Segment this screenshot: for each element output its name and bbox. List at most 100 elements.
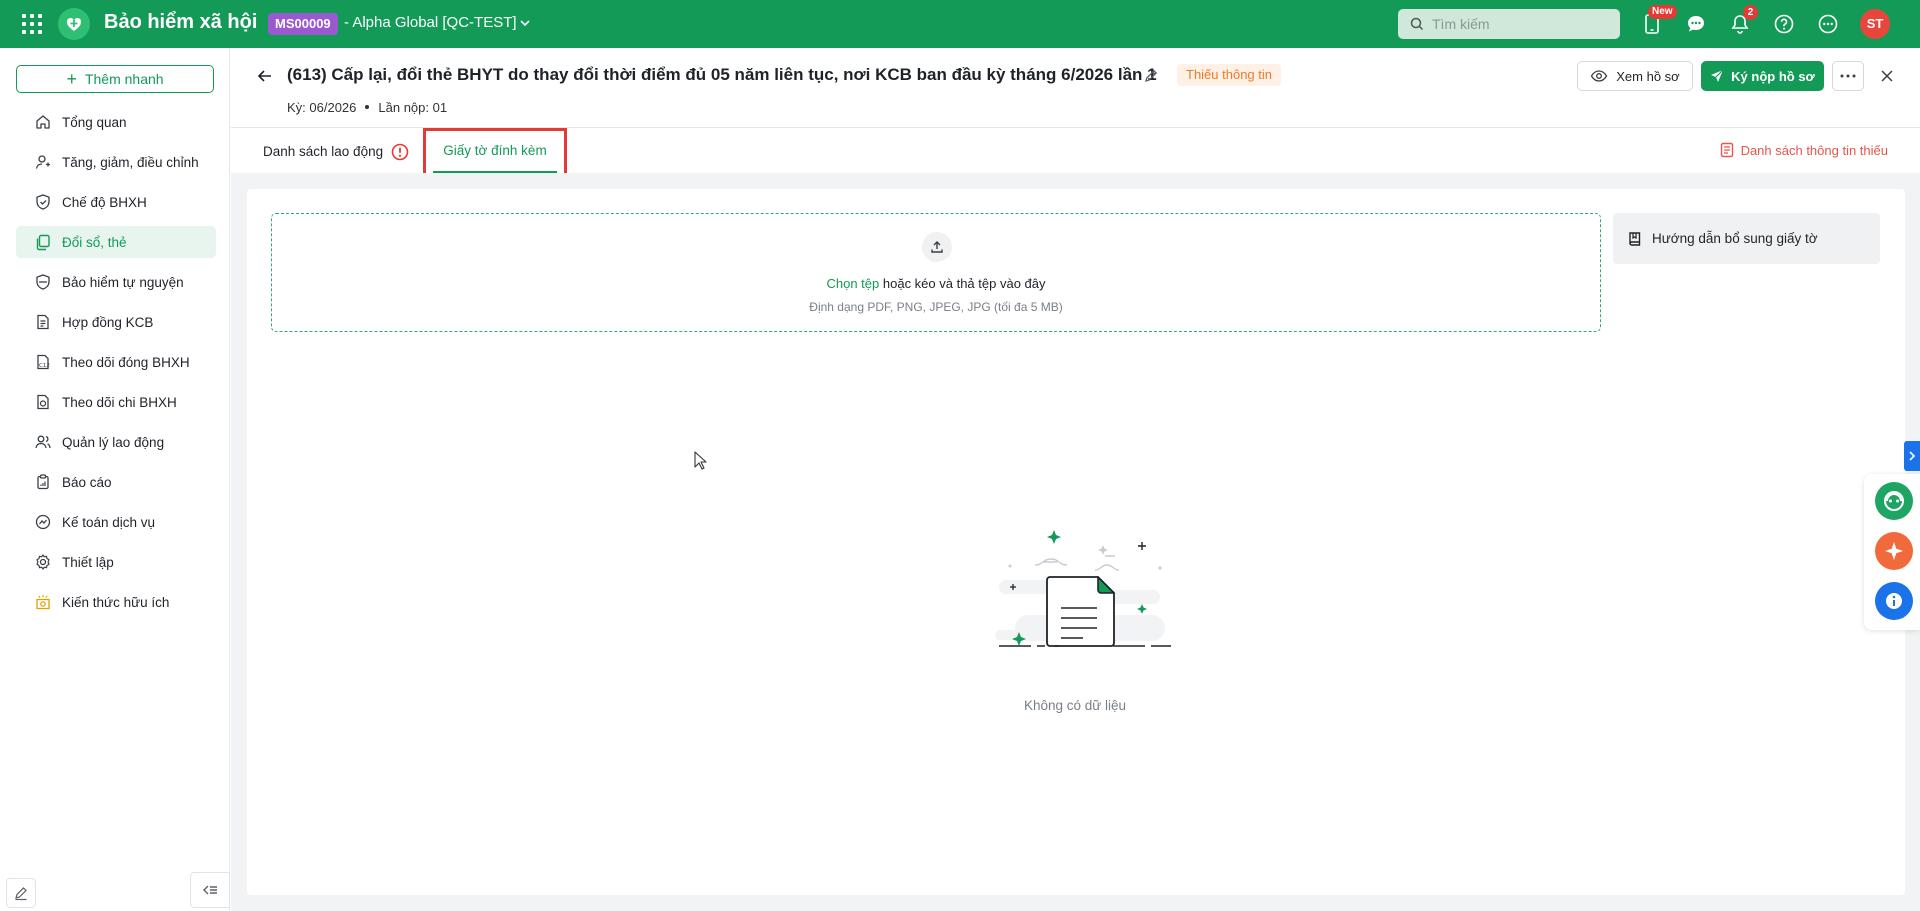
chevron-down-icon[interactable] — [518, 16, 532, 30]
home-icon — [36, 115, 50, 129]
search-input[interactable] — [1432, 16, 1612, 32]
drag-drop-text: hoặc kéo và thả tệp vào đây — [882, 276, 1046, 291]
sidebar-item-adjust[interactable]: Tăng, giảm, điều chỉnh — [16, 146, 216, 178]
empty-document-illustration — [995, 530, 1171, 647]
sidebar-item-knowledge[interactable]: Kiến thức hữu ích — [16, 586, 216, 618]
document-list-icon — [1720, 142, 1733, 158]
pencil-icon[interactable] — [1143, 68, 1159, 84]
choose-file-link[interactable]: Chọn tệp — [826, 276, 879, 291]
users-icon — [35, 435, 51, 449]
sidebar-item-kcb-contract[interactable]: Hợp đồng KCB — [16, 306, 216, 338]
app-grid-icon[interactable] — [22, 14, 42, 34]
period-label: Kỳ: 06/2026 — [287, 100, 357, 115]
empty-state-text: Không có dữ liệu — [1023, 698, 1127, 713]
search-icon — [1410, 17, 1424, 31]
sidebar-item-settings[interactable]: Thiết lập — [16, 546, 216, 578]
eye-icon — [1591, 70, 1608, 82]
sidebar-item-cards[interactable]: Đổi sổ, thẻ — [16, 226, 216, 258]
view-dossier-button[interactable]: Xem hồ sơ — [1577, 61, 1693, 91]
period-info: Kỳ: 06/2026 Lần nộp: 01 — [287, 100, 447, 115]
chevron-right-icon — [1909, 451, 1916, 461]
quick-add-label: Thêm nhanh — [84, 71, 164, 87]
accounting-icon — [35, 514, 51, 530]
more-actions-button[interactable] — [1832, 61, 1864, 91]
sidebar-item-label: Kiến thức hữu ích — [62, 594, 170, 610]
knowledge-icon — [36, 595, 50, 610]
org-name[interactable]: - Alpha Global [QC-TEST] — [344, 14, 517, 31]
sidebar-item-label: Theo dõi chi BHXH — [62, 394, 177, 410]
upload-icon — [922, 232, 952, 262]
info-icon — [1886, 593, 1902, 609]
org-code-badge: MS00009 — [268, 13, 338, 35]
back-button[interactable] — [253, 64, 277, 88]
c12-doc-icon: C12 — [37, 354, 50, 370]
sidebar-item-track-spending[interactable]: Theo dõi chi BHXH — [16, 386, 216, 418]
sidebar-item-label: Quản lý lao động — [62, 434, 165, 450]
book-icon — [1629, 231, 1641, 246]
missing-info-link[interactable]: Danh sách thông tin thiếu — [1720, 142, 1888, 158]
warning-circle-icon — [391, 143, 409, 161]
info-button[interactable] — [1875, 582, 1913, 620]
collapse-sidebar-button[interactable] — [190, 872, 230, 908]
search-box[interactable] — [1398, 9, 1620, 39]
tab-attachments[interactable]: Giấy tờ đính kèm — [433, 129, 557, 173]
sidebar-item-label: Chế độ BHXH — [62, 194, 147, 210]
guide-label: Hướng dẫn bổ sung giấy tờ — [1652, 231, 1818, 246]
top-bar: Bảo hiểm xã hội MS00009 - Alpha Global [… — [0, 0, 1920, 48]
ai-assistant-button[interactable] — [1875, 532, 1913, 570]
chat-bot-icon — [1884, 491, 1904, 511]
new-badge: New — [1648, 5, 1677, 19]
submission-label: Lần nộp: 01 — [378, 100, 448, 115]
file-dropzone[interactable]: Chọn tệp hoặc kéo và thả tệp vào đây Địn… — [271, 213, 1601, 332]
sidebar-item-overview[interactable]: Tổng quan — [16, 106, 216, 138]
sidebar-item-accounting[interactable]: Kế toán dịch vụ — [16, 506, 216, 538]
more-apps-icon[interactable] — [1816, 12, 1840, 36]
feedback-edit-button[interactable] — [6, 878, 36, 908]
user-avatar[interactable]: ST — [1860, 9, 1890, 39]
page-header: (613) Cấp lại, đổi thẻ BHYT do thay đổi … — [231, 48, 1920, 128]
sidebar-item-reports[interactable]: Báo cáo — [16, 466, 216, 498]
view-dossier-label: Xem hồ sơ — [1616, 68, 1680, 84]
tab-labor-list[interactable]: Danh sách lao động — [263, 129, 383, 173]
sidebar-item-labor[interactable]: Quản lý lao động — [16, 426, 216, 458]
collapse-left-icon — [203, 885, 217, 895]
sparkle-icon — [1885, 542, 1903, 560]
arrow-left-icon — [257, 70, 271, 82]
sign-submit-label: Ký nộp hồ sơ — [1731, 68, 1815, 84]
sidebar-item-label: Hợp đồng KCB — [62, 314, 154, 330]
quick-add-button[interactable]: + Thêm nhanh — [16, 65, 214, 93]
doc-money-icon — [37, 394, 49, 410]
notification-count-badge: 2 — [1743, 5, 1758, 20]
pencil-square-icon — [15, 887, 27, 901]
more-horizontal-icon — [1840, 74, 1856, 78]
missing-info-label: Danh sách thông tin thiếu — [1740, 142, 1888, 158]
shield-icon — [36, 274, 50, 290]
chat-icon[interactable] — [1684, 12, 1708, 36]
shield-check-icon — [36, 194, 50, 210]
close-button[interactable] — [1876, 65, 1898, 87]
plus-icon: + — [66, 69, 77, 89]
sidebar-nav: Tổng quan Tăng, giảm, điều chỉnh Chế độ … — [16, 106, 216, 626]
mouse-cursor-icon — [694, 451, 707, 470]
svg-text:C12: C12 — [39, 363, 50, 369]
sidebar-item-regimes[interactable]: Chế độ BHXH — [16, 186, 216, 218]
close-icon — [1881, 70, 1893, 82]
expand-panel-button[interactable] — [1904, 441, 1920, 471]
help-icon[interactable] — [1772, 12, 1796, 36]
sidebar-item-voluntary[interactable]: Bảo hiểm tự nguyện — [16, 266, 216, 298]
sidebar-item-label: Bảo hiểm tự nguyện — [62, 274, 184, 290]
tab-bar: Danh sách lao động Giấy tờ đính kèm Danh… — [231, 128, 1920, 187]
page-title: (613) Cấp lại, đổi thẻ BHYT do thay đổi … — [287, 65, 1157, 84]
app-logo[interactable] — [58, 8, 90, 40]
sidebar-item-label: Báo cáo — [62, 474, 112, 490]
sidebar-item-label: Tổng quan — [62, 114, 127, 130]
support-chat-button[interactable] — [1875, 482, 1913, 520]
contract-icon — [37, 314, 49, 330]
file-format-hint: Định dạng PDF, PNG, JPEG, JPG (tối đa 5 … — [809, 300, 1063, 314]
sidebar-item-label: Tăng, giảm, điều chỉnh — [62, 154, 199, 170]
sign-submit-button[interactable]: Ký nộp hồ sơ — [1701, 61, 1824, 91]
sidebar-item-track-payment[interactable]: C12 Theo dõi đóng BHXH — [16, 346, 216, 378]
sidebar-item-label: Theo dõi đóng BHXH — [62, 354, 190, 370]
sidebar-item-label: Đổi sổ, thẻ — [62, 234, 127, 250]
attachment-guide-button[interactable]: Hướng dẫn bổ sung giấy tờ — [1613, 213, 1880, 264]
